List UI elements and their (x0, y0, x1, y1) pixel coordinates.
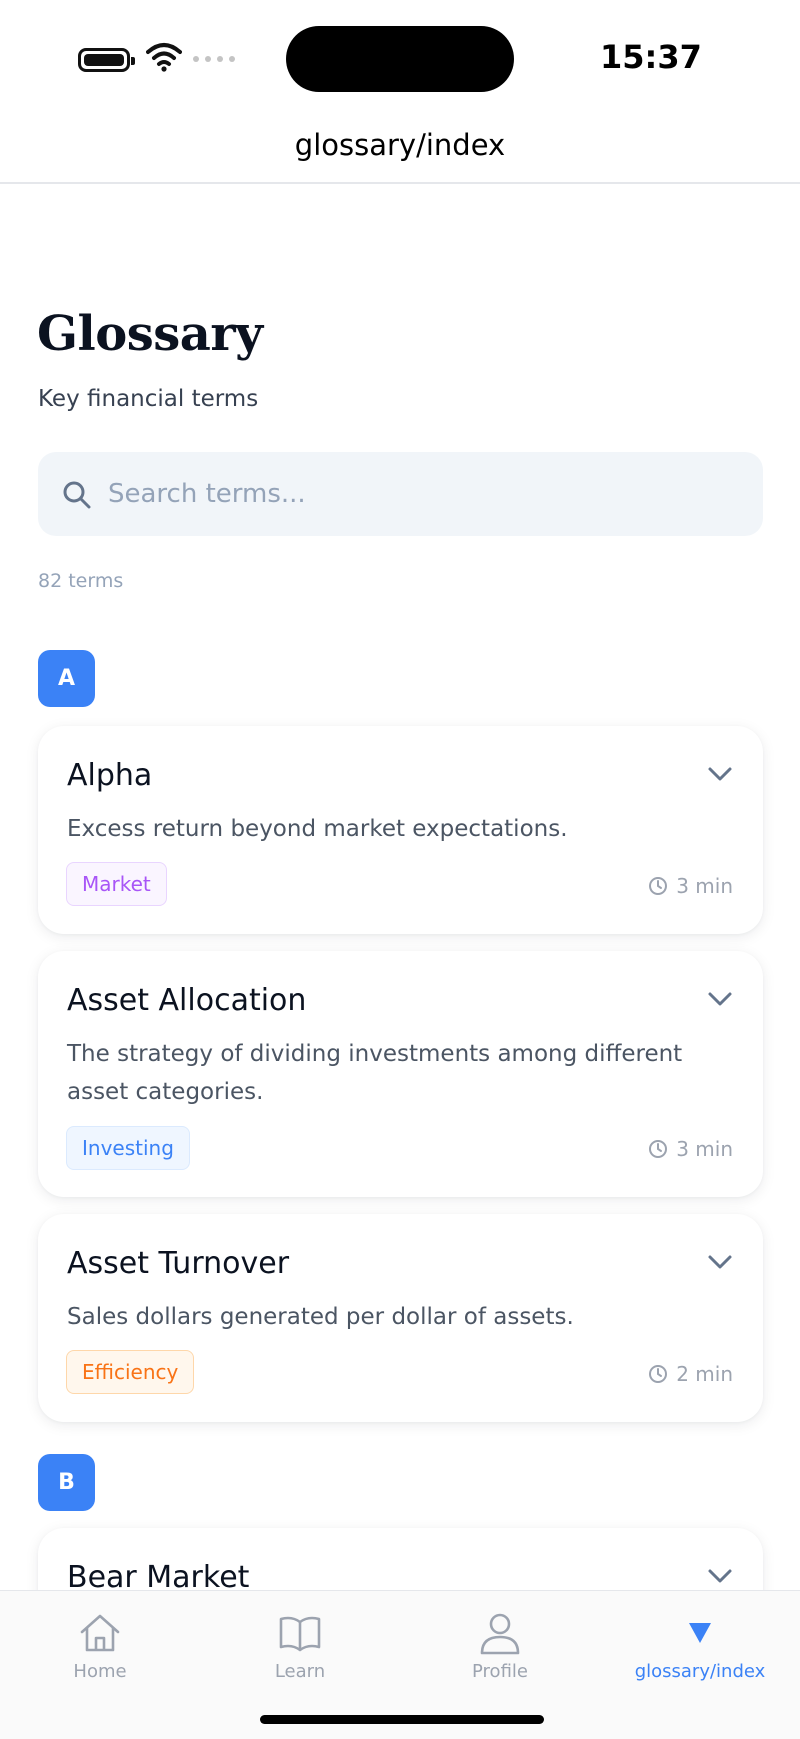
term-title: Asset Turnover (67, 1246, 290, 1281)
page-title: Glossary (37, 306, 263, 362)
category-tag: Efficiency (66, 1350, 195, 1394)
dynamic-island (286, 26, 514, 92)
read-time: 3 min (648, 1137, 733, 1161)
home-icon (80, 1614, 120, 1652)
tab-label: Home (73, 1661, 127, 1682)
read-time-label: 3 min (676, 874, 733, 898)
home-indicator (260, 1715, 544, 1724)
read-time: 3 min (648, 874, 733, 898)
term-card-asset-allocation[interactable]: Asset Allocation The strategy of dividin… (38, 951, 763, 1197)
tab-home[interactable]: Home (0, 1611, 200, 1691)
status-bar: 15:37 (0, 0, 800, 116)
section-letter-b: B (38, 1454, 95, 1511)
tab-label: glossary/index (634, 1661, 766, 1682)
read-time: 2 min (648, 1362, 733, 1386)
chevron-down-icon[interactable] (707, 1568, 733, 1584)
tab-profile[interactable]: Profile (400, 1611, 600, 1691)
clock-icon (649, 877, 668, 895)
search-input[interactable] (108, 468, 728, 520)
book-icon (279, 1616, 321, 1652)
search-box[interactable] (38, 452, 763, 536)
term-card-asset-turnover[interactable]: Asset Turnover Sales dollars generated p… (38, 1214, 763, 1422)
term-card-alpha[interactable]: Alpha Excess return beyond market expect… (38, 726, 763, 934)
term-count: 82 terms (38, 570, 124, 592)
nav-title: glossary/index (294, 128, 506, 162)
wifi-icon (146, 43, 182, 72)
clock-icon (649, 1365, 668, 1383)
status-time: 15:37 (600, 38, 702, 76)
read-time-label: 2 min (676, 1362, 733, 1386)
triangle-down-icon (689, 1623, 711, 1643)
tab-glossary[interactable]: glossary/index (600, 1611, 800, 1691)
term-description: Sales dollars generated per dollar of as… (67, 1304, 574, 1330)
section-letter-a: A (38, 650, 95, 707)
signal-dots-icon (193, 56, 235, 62)
tab-learn[interactable]: Learn (200, 1611, 400, 1691)
tab-label: Learn (274, 1661, 326, 1682)
clock-icon (649, 1140, 668, 1158)
tab-label: Profile (472, 1661, 528, 1682)
user-icon (480, 1613, 520, 1655)
nav-header: glossary/index (0, 116, 800, 184)
battery-icon (78, 48, 135, 72)
term-description: The strategy of dividing investments amo… (67, 1041, 683, 1105)
term-title: Alpha (67, 758, 153, 793)
page-subtitle: Key financial terms (38, 386, 259, 412)
chevron-down-icon[interactable] (707, 991, 733, 1007)
chevron-down-icon[interactable] (707, 766, 733, 782)
search-icon (63, 481, 91, 509)
term-description: Excess return beyond market expectations… (67, 816, 568, 842)
read-time-label: 3 min (676, 1137, 733, 1161)
chevron-down-icon[interactable] (707, 1254, 733, 1270)
category-tag: Market (66, 862, 167, 906)
category-tag: Investing (66, 1126, 190, 1170)
term-title: Asset Allocation (67, 983, 307, 1018)
